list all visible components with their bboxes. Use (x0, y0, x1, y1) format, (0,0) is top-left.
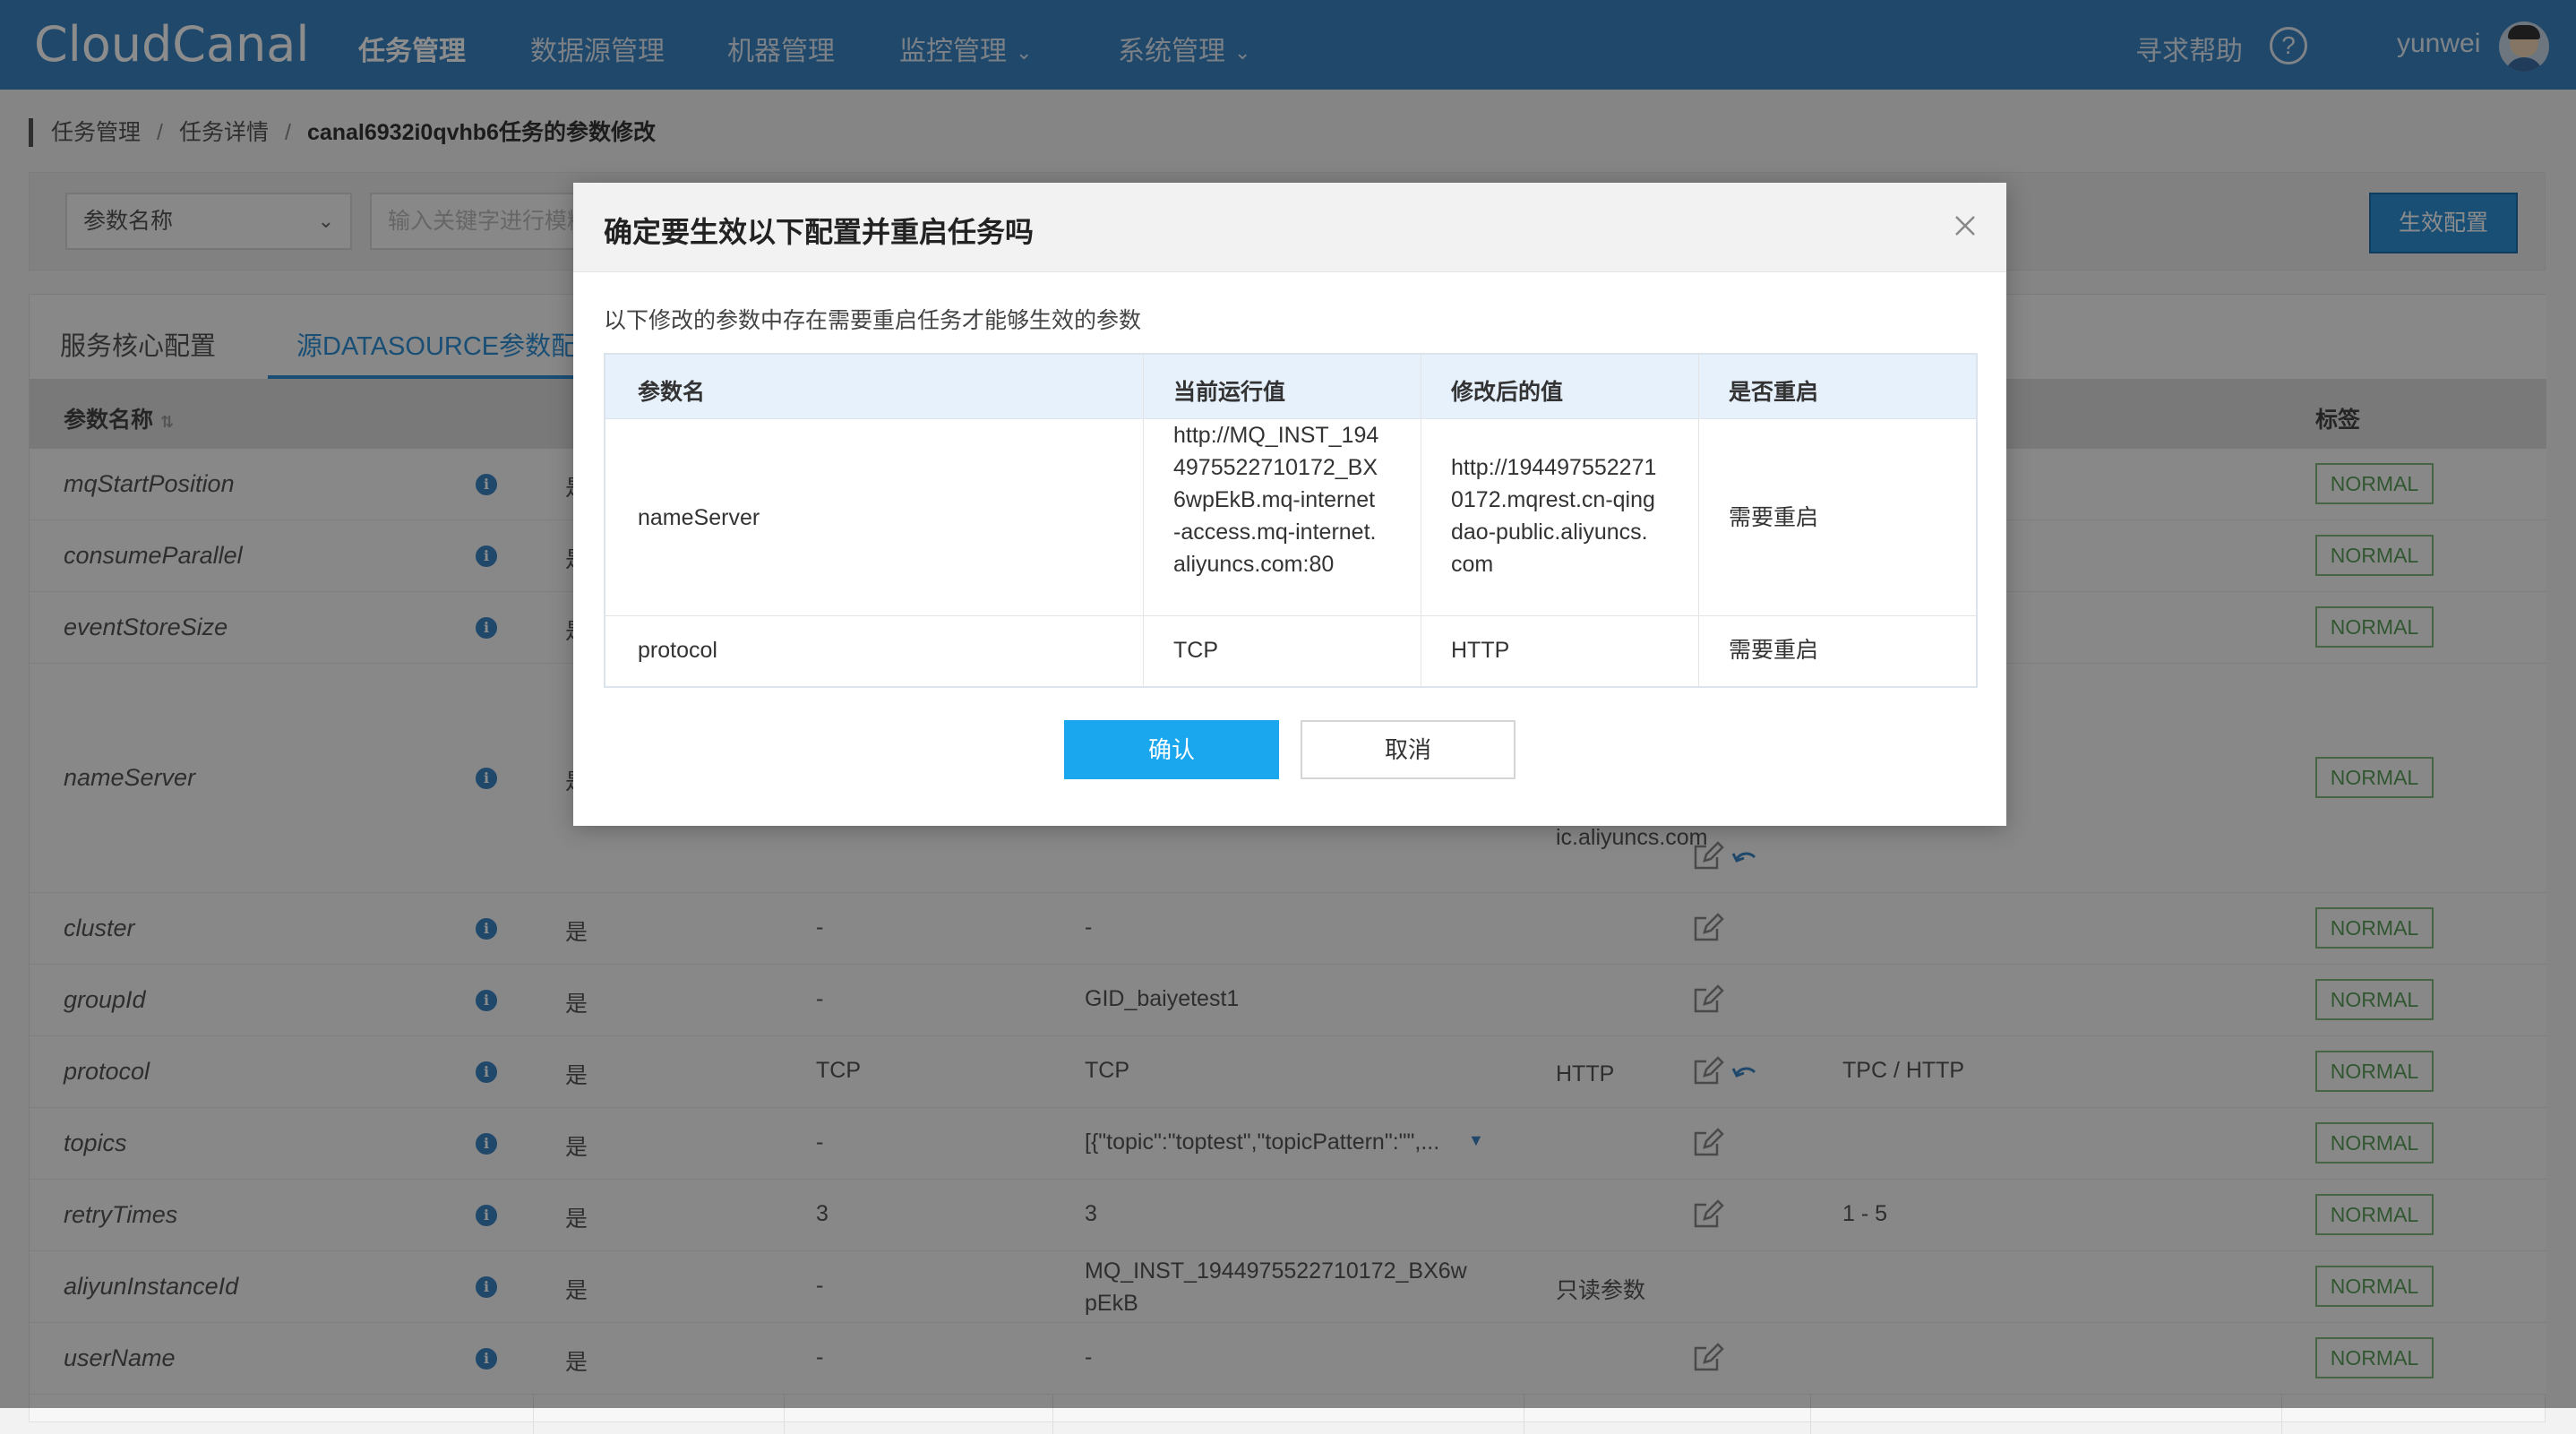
current-value: http://MQ_INST_1944975522710172_BX6wpEkB… (1173, 423, 1379, 577)
dialog-title: 确定要生效以下配置并重启任务吗 (604, 216, 1035, 248)
confirm-restart-dialog: 确定要生效以下配置并重启任务吗 以下修改的参数中存在需要重启任务才能够生效的参数… (573, 183, 2006, 826)
restart-required: 需要重启 (1729, 638, 1819, 663)
col-restart: 是否重启 (1729, 380, 1819, 405)
table-row: protocol TCP HTTP 需要重启 (605, 616, 1976, 686)
current-value: TCP (1173, 638, 1218, 663)
param-name: nameServer (638, 505, 760, 530)
dialog-description: 以下修改的参数中存在需要重启任务才能够生效的参数 (604, 308, 1142, 333)
param-name: protocol (638, 638, 717, 663)
cancel-button[interactable]: 取消 (1301, 720, 1516, 779)
col-param: 参数名 (638, 380, 706, 405)
modified-value: http://1944975522710172.mqrest.cn-qingda… (1451, 455, 1657, 577)
dialog-header: 确定要生效以下配置并重启任务吗 (573, 183, 2006, 272)
modified-value: HTTP (1451, 638, 1510, 663)
confirm-button[interactable]: 确认 (1064, 720, 1279, 779)
table-row: nameServer http://MQ_INST_19449755227101… (605, 419, 1976, 616)
changes-table-header: 参数名 当前运行值 修改后的值 是否重启 (605, 355, 1976, 419)
restart-required: 需要重启 (1729, 505, 1819, 530)
col-current: 当前运行值 (1173, 380, 1286, 405)
col-modified: 修改后的值 (1451, 380, 1564, 405)
close-icon[interactable] (1947, 208, 1983, 244)
changes-table: 参数名 当前运行值 修改后的值 是否重启 nameServer http://M… (604, 353, 1978, 688)
